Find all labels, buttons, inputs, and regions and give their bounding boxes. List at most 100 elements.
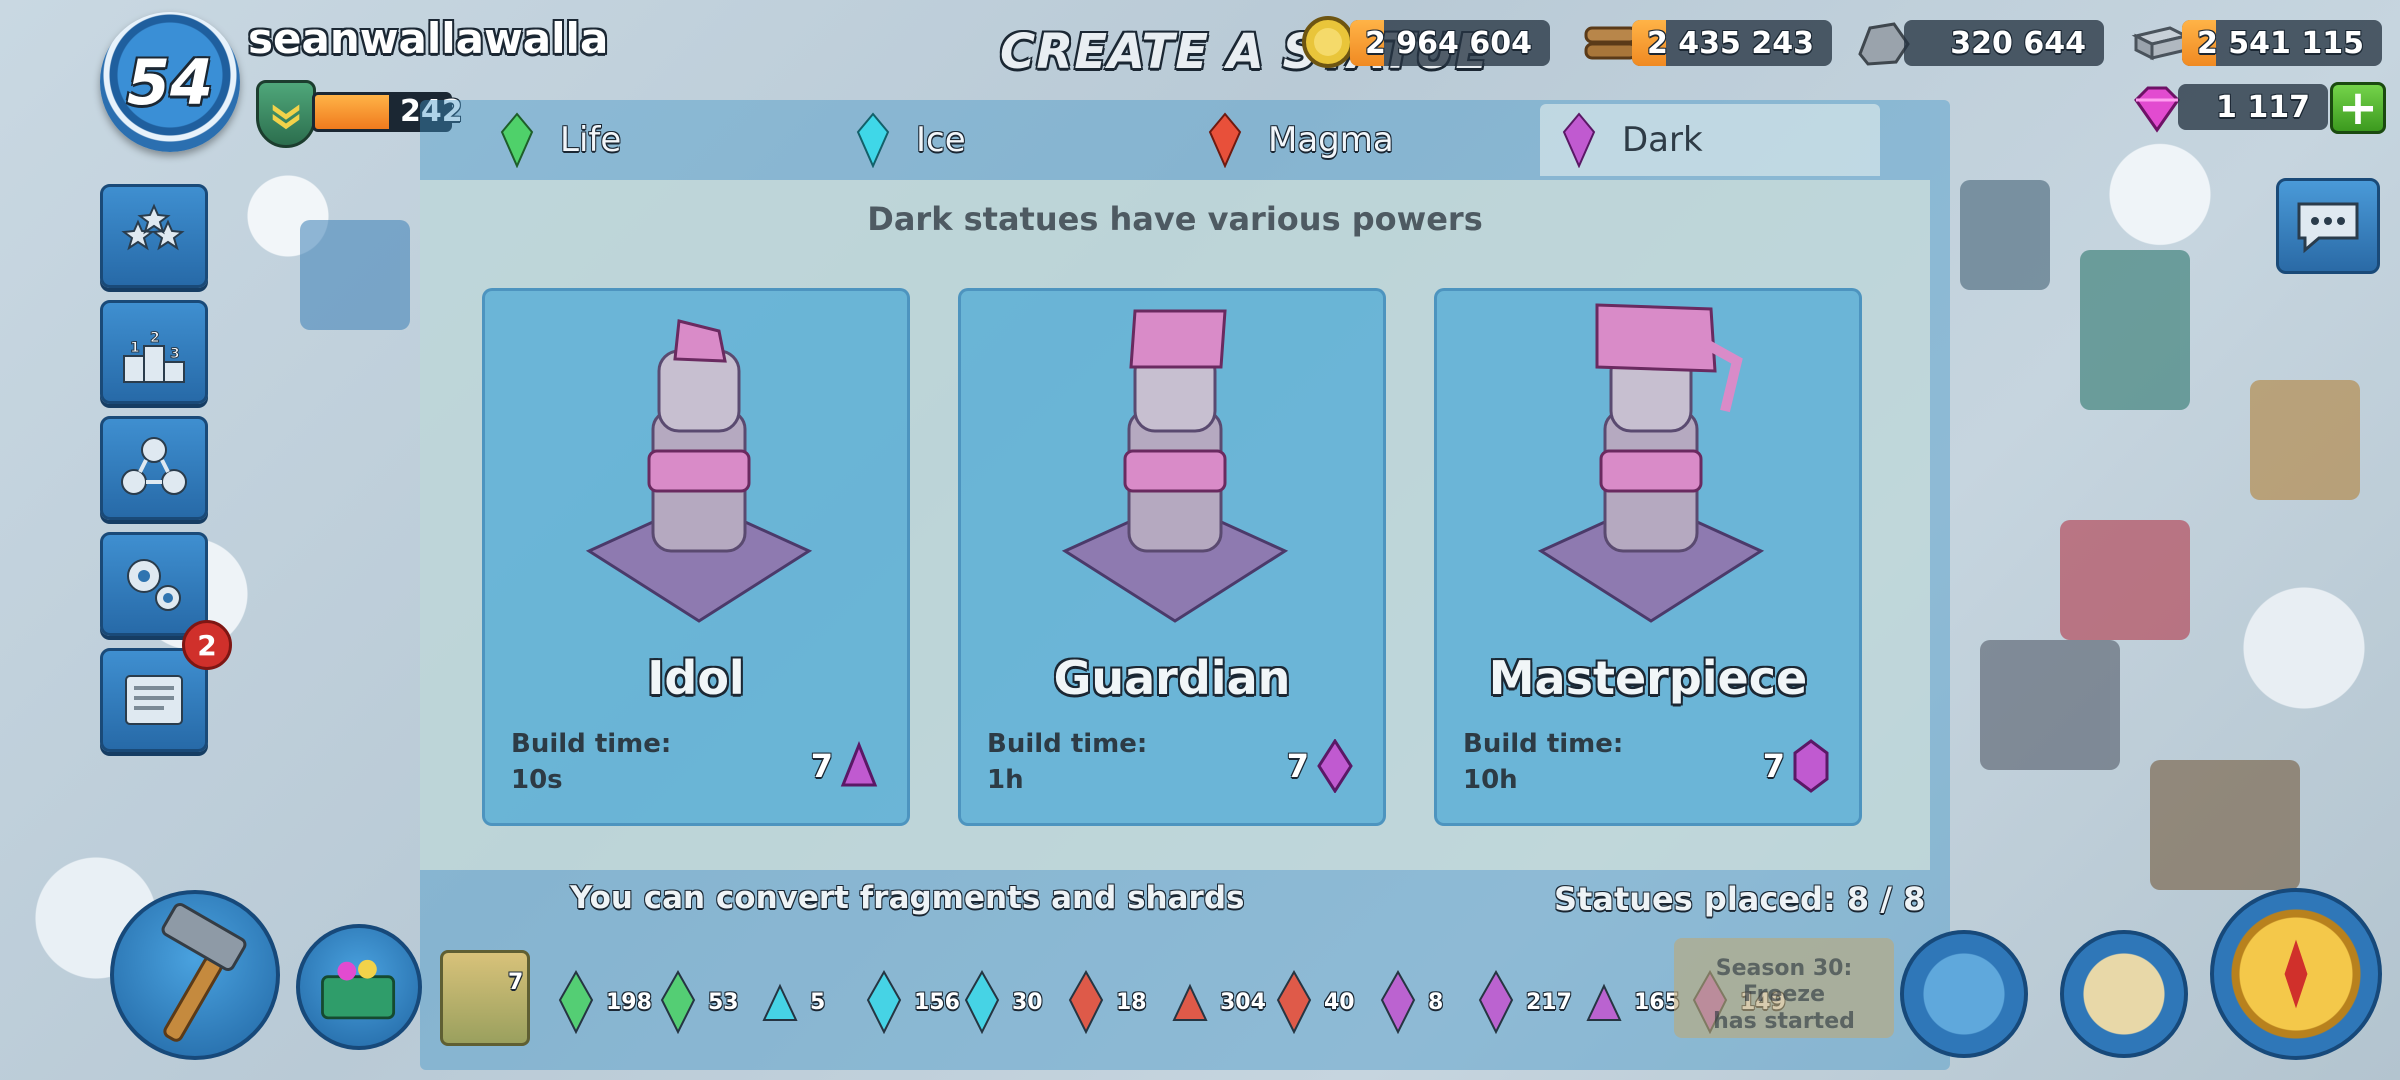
wood-resource[interactable]: 2 435 243 xyxy=(1632,20,1832,66)
statue-card-masterpiece[interactable]: Masterpiece Build time: 10h 7 xyxy=(1434,288,1862,826)
fragment-count: 18 xyxy=(1066,970,1147,1034)
chat-bubble-icon xyxy=(2297,202,2359,254)
fragment-gem-icon xyxy=(1380,970,1416,1034)
statue-name: Guardian xyxy=(1053,651,1291,705)
map-button[interactable] xyxy=(2060,930,2188,1058)
tab-life-label: Life xyxy=(560,120,622,160)
fragment-count: 40 xyxy=(1274,970,1355,1034)
sidebar-item-stars[interactable] xyxy=(100,184,208,288)
idol-statue-icon xyxy=(585,319,813,623)
inventory-count-value: 7 xyxy=(508,970,524,995)
tab-dark-label: Dark xyxy=(1622,120,1703,160)
iron-amount: 2 541 115 xyxy=(2196,25,2364,61)
fragment-count: 156 xyxy=(864,970,960,1034)
sidebar-item-task-force[interactable] xyxy=(100,416,208,520)
statue-card-guardian[interactable]: Guardian Build time: 1h 7 xyxy=(958,288,1386,826)
iron-resource[interactable]: 2 541 115 xyxy=(2182,20,2382,66)
plus-icon: + xyxy=(2337,80,2379,136)
background-building xyxy=(2150,760,2300,890)
chat-button[interactable] xyxy=(2276,178,2380,274)
fragment-gem-icon xyxy=(762,983,798,1021)
tab-magma[interactable]: Magma xyxy=(1208,104,1528,176)
compass-icon xyxy=(2284,939,2308,1009)
stone-amount: 320 644 xyxy=(1950,25,2086,61)
build-time-value: 10h xyxy=(1463,765,1518,795)
fragment-gem-icon xyxy=(1068,970,1104,1034)
dark-gem-icon xyxy=(1562,112,1596,168)
tab-ice[interactable]: Ice xyxy=(856,104,1156,176)
settings-gears-icon xyxy=(127,559,181,611)
task-force-icon xyxy=(121,437,187,495)
magma-gem-icon xyxy=(1208,112,1242,168)
background-building xyxy=(2060,520,2190,640)
treasure-chest-button[interactable] xyxy=(296,924,422,1050)
tab-dark[interactable]: Dark xyxy=(1540,104,1880,176)
build-menu-button[interactable] xyxy=(110,890,280,1060)
fragment-gem-icon xyxy=(660,970,696,1034)
gold-amount: 2 964 604 xyxy=(1364,25,1532,61)
fragment-count-value: 156 xyxy=(914,989,960,1015)
fragment-gem-icon xyxy=(558,970,594,1034)
player-name: seanwallawalla xyxy=(248,14,609,63)
player-level-badge[interactable]: 54 xyxy=(100,12,240,152)
statue-name: Masterpiece xyxy=(1488,651,1808,705)
build-time-value: 1h xyxy=(987,765,1024,795)
stars-icon xyxy=(121,203,185,251)
life-gem-icon xyxy=(500,112,534,168)
fragment-gem-icon xyxy=(866,970,902,1034)
statue-cost: 7 xyxy=(1762,747,1785,785)
statue-name: Idol xyxy=(647,651,745,705)
rank-chevron-icon[interactable] xyxy=(256,80,316,148)
statue-cost: 7 xyxy=(1286,747,1309,785)
background-building xyxy=(2250,380,2360,500)
svg-text:3: 3 xyxy=(170,346,180,362)
masterpiece-statue-icon xyxy=(1537,303,1765,623)
fragment-count-value: 304 xyxy=(1220,989,1266,1015)
fragment-gem-icon xyxy=(964,970,1000,1034)
diamonds-resource[interactable]: 1 117 xyxy=(2178,84,2328,130)
season-title: Season 30: Freeze xyxy=(1715,956,1853,1008)
season-banner[interactable]: Season 30: Freeze has started xyxy=(1674,938,1894,1038)
fragment-count: 198 xyxy=(556,970,652,1034)
statue-card-idol[interactable]: Idol Build time: 10s 7 xyxy=(482,288,910,826)
fragment-count-value: 18 xyxy=(1116,989,1147,1015)
statue-cost: 7 xyxy=(810,747,833,785)
fragment-count-value: 30 xyxy=(1012,989,1043,1015)
fragment-count: 165 xyxy=(1584,970,1680,1034)
tab-life[interactable]: Life xyxy=(500,104,820,176)
dark-shard-icon xyxy=(1317,739,1353,793)
ice-gem-icon xyxy=(856,112,890,168)
fragment-count: 30 xyxy=(962,970,1043,1034)
add-diamonds-button[interactable]: + xyxy=(2330,82,2386,134)
fragment-count-value: 53 xyxy=(708,989,739,1015)
build-time-label: Build time: xyxy=(511,729,672,759)
boat-button[interactable] xyxy=(1900,930,2028,1058)
convert-hint[interactable]: You can convert fragments and shards xyxy=(570,880,1244,916)
fragment-count-value: 40 xyxy=(1324,989,1355,1015)
fragment-count: 5 xyxy=(760,970,825,1034)
sidebar-item-leaderboard[interactable]: 123 xyxy=(100,300,208,404)
sidebar-item-settings[interactable] xyxy=(100,532,208,636)
player-level: 54 xyxy=(126,45,214,119)
tab-ice-label: Ice xyxy=(916,120,966,160)
inventory-button[interactable] xyxy=(440,950,530,1046)
compass-button[interactable] xyxy=(2210,888,2382,1060)
fragment-count: 217 xyxy=(1476,970,1572,1034)
svg-text:1: 1 xyxy=(130,340,140,356)
build-time-value: 10s xyxy=(511,765,563,795)
background-building xyxy=(300,220,410,330)
hammer-icon xyxy=(161,902,247,1042)
xp-progress-fill xyxy=(315,95,389,129)
fragment-count-value: 198 xyxy=(606,989,652,1015)
fragment-count: 304 xyxy=(1170,970,1266,1034)
fragment-count: 53 xyxy=(658,970,739,1034)
stone-resource[interactable]: 320 644 xyxy=(1904,20,2104,66)
panel-subtitle: Dark statues have various powers xyxy=(867,200,1483,238)
news-notification-badge: 2 xyxy=(182,620,232,670)
background-building xyxy=(1980,640,2120,770)
gold-resource[interactable]: 2 964 604 xyxy=(1350,20,1550,66)
guardian-statue-icon xyxy=(1061,309,1289,623)
fragment-gem-icon xyxy=(1478,970,1514,1034)
tab-magma-label: Magma xyxy=(1268,120,1394,160)
season-subtitle: has started xyxy=(1713,1008,1855,1034)
